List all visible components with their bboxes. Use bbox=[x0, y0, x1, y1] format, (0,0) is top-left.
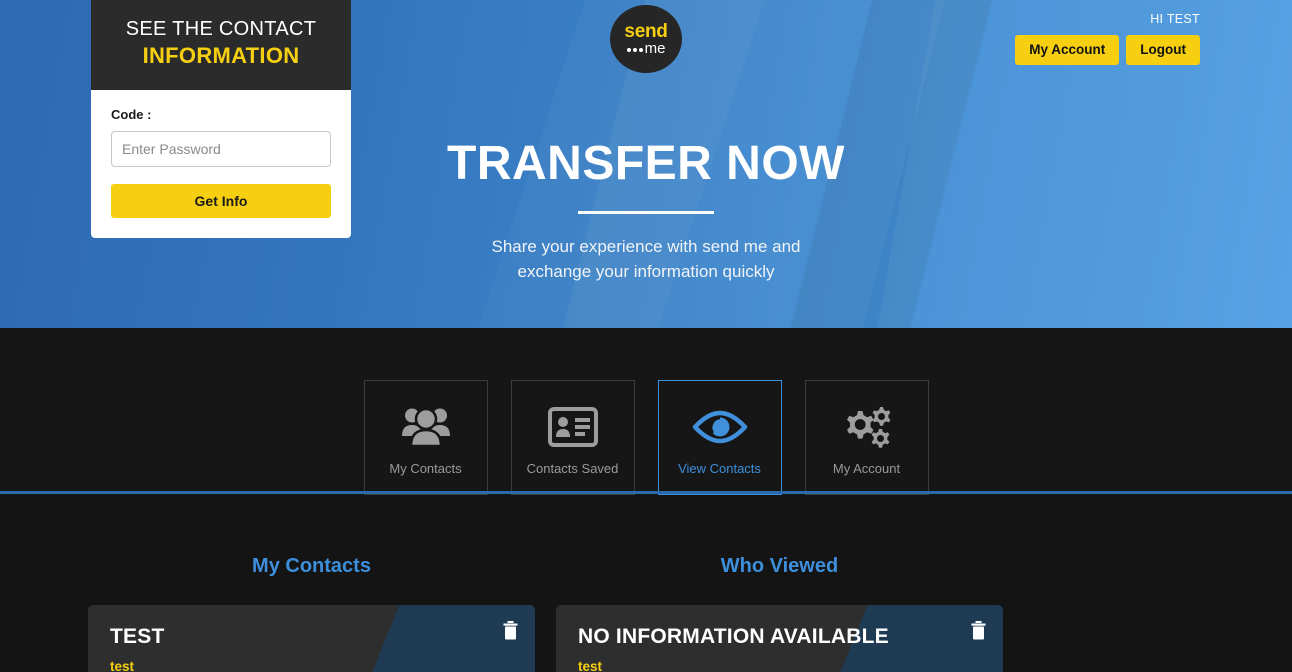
logo-dots-icon bbox=[626, 48, 643, 52]
contact-card-subtitle: test bbox=[110, 659, 135, 672]
contact-card[interactable]: TEST test bbox=[88, 605, 535, 672]
navigation-section: My Contacts Contacts Saved View Contacts… bbox=[0, 328, 1292, 495]
trash-icon[interactable] bbox=[503, 621, 518, 645]
code-panel-body: Code : Get Info bbox=[91, 90, 351, 238]
site-logo[interactable]: send me bbox=[610, 5, 682, 73]
code-field-label: Code : bbox=[111, 107, 152, 122]
nav-tile-label: My Contacts bbox=[389, 461, 462, 476]
code-input[interactable] bbox=[111, 131, 331, 167]
my-account-button[interactable]: My Account bbox=[1015, 35, 1120, 65]
contact-card[interactable]: NO INFORMATION AVAILABLE test bbox=[556, 605, 1003, 672]
page-root: send me HI TEST My Account Logout TRANSF… bbox=[0, 0, 1292, 672]
get-info-button[interactable]: Get Info bbox=[111, 184, 331, 218]
contact-card-title: TEST bbox=[110, 625, 165, 648]
user-greeting: HI TEST bbox=[1150, 12, 1200, 26]
trash-icon[interactable] bbox=[971, 621, 986, 645]
contacts-section: My Contacts TEST test Who Viewed NO INFO… bbox=[0, 495, 1292, 672]
users-icon bbox=[400, 399, 452, 455]
contact-card-subtitle: test bbox=[578, 659, 603, 672]
code-panel-header: SEE THE CONTACT INFORMATION bbox=[91, 0, 351, 90]
section-divider bbox=[0, 491, 1292, 494]
hero-divider bbox=[578, 211, 714, 214]
hero-banner: send me HI TEST My Account Logout TRANSF… bbox=[0, 0, 1292, 328]
who-viewed-heading: Who Viewed bbox=[720, 555, 839, 577]
nav-tile-label: My Account bbox=[832, 461, 901, 476]
navigation-tiles: My Contacts Contacts Saved View Contacts… bbox=[0, 380, 1292, 495]
code-lookup-panel: SEE THE CONTACT INFORMATION Code : Get I… bbox=[91, 0, 351, 238]
nav-tile-label: View Contacts bbox=[678, 461, 761, 476]
who-viewed-column: Who Viewed NO INFORMATION AVAILABLE test bbox=[556, 495, 1003, 672]
my-contacts-column: My Contacts TEST test bbox=[88, 495, 535, 672]
eye-icon bbox=[692, 399, 748, 455]
nav-tile-contacts-saved[interactable]: Contacts Saved bbox=[510, 380, 635, 495]
nav-tile-my-contacts[interactable]: My Contacts bbox=[363, 380, 488, 495]
hero-subtitle-line2: exchange your information quickly bbox=[517, 262, 775, 281]
logo-bottom-row: me bbox=[626, 39, 666, 57]
id-card-icon bbox=[547, 399, 598, 455]
code-panel-heading-line2: INFORMATION bbox=[142, 43, 300, 68]
my-contacts-heading: My Contacts bbox=[252, 555, 371, 577]
account-actions: My Account Logout bbox=[1015, 35, 1200, 65]
gears-icon bbox=[840, 399, 894, 455]
logo-send-text: send bbox=[624, 20, 668, 42]
contacts-columns: My Contacts TEST test Who Viewed NO INFO… bbox=[88, 495, 1204, 672]
nav-tile-view-contacts[interactable]: View Contacts bbox=[657, 380, 782, 495]
contact-card-title: NO INFORMATION AVAILABLE bbox=[578, 625, 889, 648]
logout-button[interactable]: Logout bbox=[1126, 35, 1200, 65]
code-panel-heading-line1: SEE THE CONTACT bbox=[125, 18, 317, 40]
logo-me-text: me bbox=[644, 39, 666, 57]
nav-tile-my-account[interactable]: My Account bbox=[804, 380, 929, 495]
nav-tile-label: Contacts Saved bbox=[526, 461, 619, 476]
